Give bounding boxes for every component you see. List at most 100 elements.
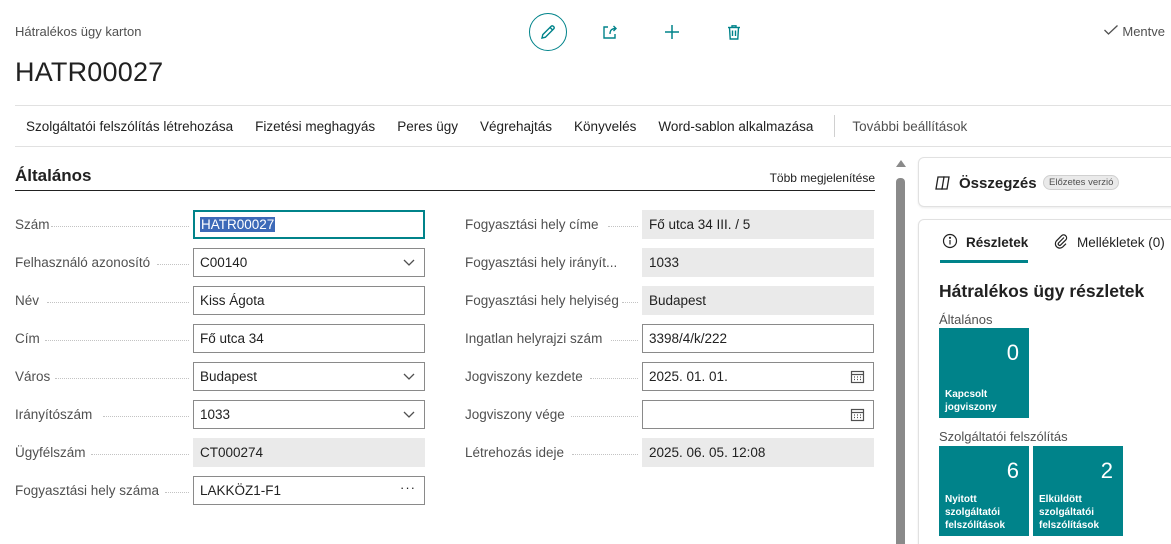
action-enforcement[interactable]: Végrehajtás: [469, 119, 563, 134]
delete-icon: [725, 23, 743, 41]
field-label: Jogviszony kezdete: [465, 369, 583, 384]
group-label-provider-notice: Szolgáltatói felszólítás: [939, 429, 1068, 444]
tile-label: Kapcsolt jogviszony: [945, 389, 997, 413]
tab-attachments[interactable]: Mellékletek (0): [1053, 233, 1165, 252]
checkmark-icon: [1103, 24, 1119, 39]
field-property-lot-number: Ingatlan helyrajzi szám 3398/4/k/222: [465, 324, 875, 353]
field-user-id: Felhasználó azonosító C00140: [15, 248, 425, 277]
contract-start-date-input[interactable]: 2025. 01. 01.: [642, 362, 874, 391]
field-label: Szám: [15, 217, 50, 232]
scroll-thumb[interactable]: [896, 178, 905, 544]
field-consumption-point-number: Fogyasztási hely száma LAKKÖZ1-F1 ···: [15, 476, 425, 505]
calendar-icon[interactable]: [850, 369, 865, 387]
contract-end-date-input[interactable]: [642, 400, 874, 429]
chevron-down-icon: [402, 255, 416, 272]
field-label: Felhasználó azonosító: [15, 255, 151, 270]
consumption-point-number-input[interactable]: LAKKÖZ1-F1 ···: [193, 476, 425, 505]
field-customer-number: Ügyfélszám CT000274: [15, 438, 425, 467]
toolbar-icons: [529, 13, 753, 51]
tile-value: 2: [1100, 458, 1113, 483]
general-section-title[interactable]: Általános: [15, 166, 92, 186]
share-button[interactable]: [591, 13, 629, 51]
tab-attachments-label: Mellékletek (0): [1077, 235, 1165, 250]
group-label-general: Általános: [939, 312, 993, 327]
summary-card: Összegzés Előzetes verzió: [918, 157, 1171, 207]
summary-icon: [934, 175, 952, 194]
tab-details-label: Részletek: [966, 235, 1029, 250]
city-select[interactable]: Budapest: [193, 362, 425, 391]
property-lot-number-input[interactable]: 3398/4/k/222: [642, 324, 874, 353]
info-icon: [942, 233, 958, 252]
tile-label: Elküldött szolgáltatói felszólítások: [1039, 494, 1100, 531]
action-more-options[interactable]: További beállítások: [846, 119, 978, 134]
consumption-point-postal-value: 1033: [642, 248, 874, 277]
consumption-point-address-value: Fő utca 34 III. / 5: [642, 210, 874, 239]
field-contract-end: Jogviszony vége: [465, 400, 875, 429]
tile-open-notices[interactable]: 6 Nyitott szolgáltatói felszólítások: [939, 446, 1029, 536]
created-at-value: 2025. 06. 05. 12:08: [642, 438, 874, 467]
ellipsis-icon[interactable]: ···: [400, 480, 416, 495]
field-label: Ügyfélszám: [15, 445, 86, 460]
field-label: Város: [15, 369, 51, 384]
summary-title: Összegzés: [959, 175, 1037, 192]
action-payment-order[interactable]: Fizetési meghagyás: [244, 119, 386, 134]
edit-button[interactable]: [529, 13, 567, 51]
field-label: Fogyasztási hely irányít...: [465, 255, 618, 270]
field-postal-code: Irányítószám 1033: [15, 400, 425, 429]
field-consumption-point-locality: Fogyasztási hely helyiség Budapest: [465, 286, 875, 315]
field-label: Ingatlan helyrajzi szám: [465, 331, 603, 346]
share-icon: [601, 23, 619, 41]
postal-code-select[interactable]: 1033: [193, 400, 425, 429]
general-section-header: Általános Több megjelenítése: [15, 165, 875, 191]
edit-icon: [539, 23, 557, 41]
tile-value: 6: [1006, 458, 1019, 483]
details-title: Hátralékos ügy részletek: [939, 281, 1145, 301]
paperclip-icon: [1053, 233, 1069, 252]
field-label: Létrehozás ideje: [465, 445, 565, 460]
scroll-up-arrow-icon[interactable]: [896, 160, 906, 167]
number-input[interactable]: HATR00027: [193, 210, 425, 239]
show-more-link[interactable]: Több megjelenítése: [770, 171, 875, 185]
field-contract-start: Jogviszony kezdete 2025. 01. 01.: [465, 362, 875, 391]
tab-details[interactable]: Részletek: [942, 233, 1028, 252]
action-lawsuit[interactable]: Peres ügy: [386, 119, 469, 134]
tile-sent-notices[interactable]: 2 Elküldött szolgáltatói felszólítások: [1033, 446, 1123, 536]
add-button[interactable]: [653, 13, 691, 51]
field-address: Cím Fő utca 34: [15, 324, 425, 353]
field-label: Fogyasztási hely címe: [465, 217, 599, 232]
customer-number-value: CT000274: [193, 438, 425, 467]
address-input[interactable]: Fő utca 34: [193, 324, 425, 353]
field-consumption-point-address: Fogyasztási hely címe Fő utca 34 III. / …: [465, 210, 875, 239]
field-created-at: Létrehozás ideje 2025. 06. 05. 12:08: [465, 438, 875, 467]
saved-status-label: Mentve: [1122, 24, 1165, 39]
tile-value: 0: [1006, 340, 1019, 365]
action-bar: Szolgáltatói felszólítás létrehozása Fiz…: [15, 105, 1171, 147]
action-word-template[interactable]: Word-sablon alkalmazása: [647, 119, 824, 134]
field-label: Cím: [15, 331, 40, 346]
chevron-down-icon: [402, 407, 416, 424]
delete-button[interactable]: [715, 13, 753, 51]
add-icon: [663, 23, 681, 41]
user-id-select[interactable]: C00140: [193, 248, 425, 277]
page-title: HATR00027: [15, 57, 164, 87]
field-label: Fogyasztási hely száma: [15, 483, 160, 498]
calendar-icon[interactable]: [850, 407, 865, 425]
field-label: Fogyasztási hely helyiség: [465, 293, 619, 308]
field-name: Név Kiss Ágota: [15, 286, 425, 315]
consumption-point-locality-value: Budapest: [642, 286, 874, 315]
field-consumption-point-postal: Fogyasztási hely irányít... 1033: [465, 248, 875, 277]
action-separator: [834, 115, 836, 137]
tile-label: Nyitott szolgáltatói felszólítások: [945, 494, 1006, 531]
preview-badge: Előzetes verzió: [1043, 175, 1120, 190]
chevron-down-icon: [402, 369, 416, 386]
field-label: Név: [15, 293, 40, 308]
action-posting[interactable]: Könyvelés: [563, 119, 647, 134]
breadcrumb: Hátralékos ügy karton: [15, 24, 142, 39]
action-create-notice[interactable]: Szolgáltatói felszólítás létrehozása: [15, 119, 244, 134]
field-city: Város Budapest: [15, 362, 425, 391]
name-input[interactable]: Kiss Ágota: [193, 286, 425, 315]
tile-linked-contract[interactable]: 0 Kapcsolt jogviszony: [939, 328, 1029, 418]
scrollbar[interactable]: [893, 158, 909, 544]
details-card: Részletek Mellékletek (0) Hátralékos ügy…: [918, 219, 1171, 544]
saved-status: Mentve: [1103, 24, 1165, 39]
